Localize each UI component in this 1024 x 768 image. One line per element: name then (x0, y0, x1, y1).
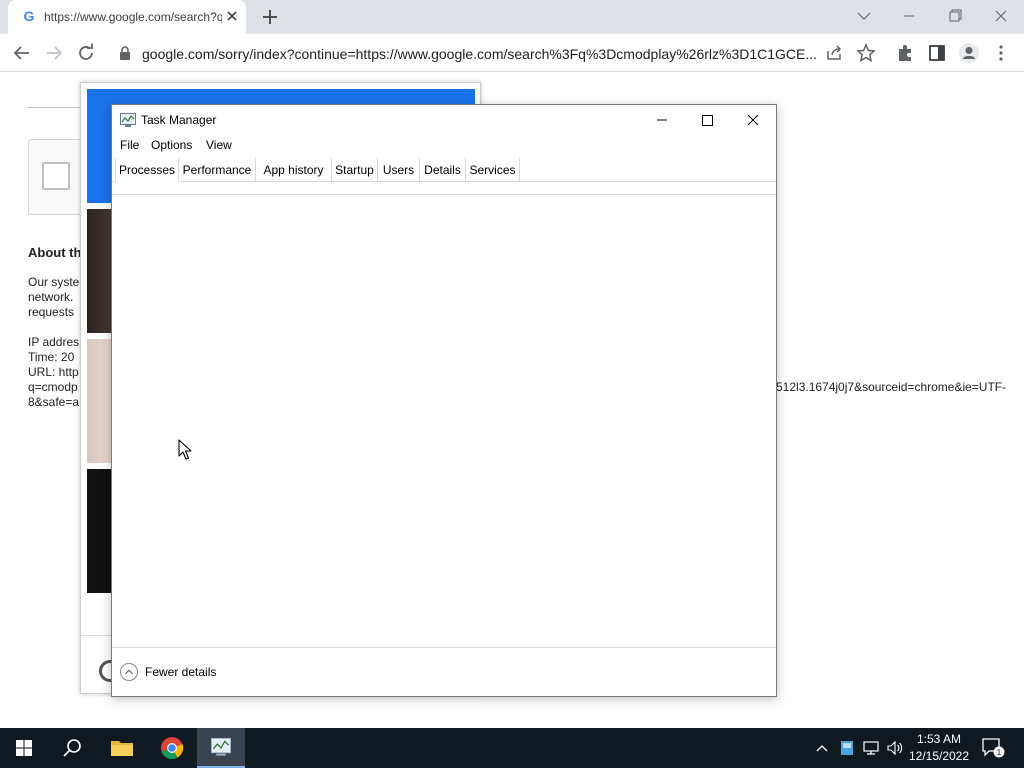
mouse-cursor-icon (178, 439, 192, 460)
profile-avatar-icon[interactable] (958, 42, 980, 64)
chrome-tab-strip: G https://www.google.com/search?q=cmodpl… (0, 0, 1024, 34)
extensions-puzzle-icon[interactable] (894, 42, 916, 64)
file-explorer-icon[interactable] (98, 728, 146, 768)
reload-icon[interactable] (75, 42, 97, 64)
clock-date[interactable]: 12/15/2022 (906, 749, 972, 763)
tab-details[interactable]: Details (420, 158, 466, 182)
task-manager-taskbar-icon[interactable] (197, 728, 245, 768)
desktop-screen: G https://www.google.com/search?q=cmodpl… (0, 0, 1024, 768)
tab-startup[interactable]: Startup (332, 158, 378, 182)
tab-search-chevron-icon[interactable] (848, 4, 880, 28)
tab-close-icon[interactable] (224, 8, 240, 24)
window-close-icon[interactable] (985, 4, 1017, 28)
chevron-up-icon[interactable] (120, 663, 138, 681)
menu-view[interactable]: View (203, 138, 235, 152)
tab-services[interactable]: Services (466, 158, 520, 182)
back-arrow-icon[interactable] (11, 42, 33, 64)
task-manager-window: Task Manager File Options View Processes… (111, 104, 777, 697)
about-heading: About th (28, 245, 82, 260)
window-minimize-icon[interactable] (893, 4, 925, 28)
kebab-menu-icon[interactable] (990, 42, 1012, 64)
processes-list-area[interactable] (112, 194, 776, 647)
recaptcha-checkbox[interactable] (42, 162, 70, 190)
tray-chevron-up-icon[interactable] (812, 740, 832, 756)
minimize-icon[interactable] (639, 105, 685, 135)
notification-center-icon[interactable]: 1 (980, 736, 1006, 760)
para-line: network. (28, 290, 74, 304)
para-line: q=cmodp (28, 380, 78, 394)
chrome-icon[interactable] (148, 728, 196, 768)
windows-taskbar: 1:53 AM 12/15/2022 1 (0, 728, 1024, 768)
task-manager-tabs: Processes Performance App history Startu… (112, 158, 776, 182)
window-title: Task Manager (141, 113, 217, 127)
maximize-icon[interactable] (684, 105, 730, 135)
close-icon[interactable] (730, 105, 776, 135)
url-text-tail: 512l3.1674j0j7&sourceid=chrome&ie=UTF- (776, 380, 1007, 394)
task-manager-titlebar[interactable]: Task Manager (112, 105, 776, 135)
tab-app-history[interactable]: App history (256, 158, 332, 182)
info-paragraph: Our syste network. requests (28, 275, 79, 320)
chrome-toolbar: google.com/sorry/index?continue=https://… (0, 34, 1024, 72)
windows-start-icon[interactable] (0, 728, 48, 768)
recaptcha-widget[interactable] (28, 139, 88, 215)
task-manager-footer: Fewer details (112, 647, 776, 696)
details-paragraph: IP addres Time: 20 URL: http q=cmodp 8&s… (28, 335, 79, 410)
clock-time[interactable]: 1:53 AM (906, 732, 972, 746)
address-bar[interactable]: google.com/sorry/index?continue=https://… (108, 38, 888, 68)
para-line: Our syste (28, 275, 80, 289)
tab-performance[interactable]: Performance (179, 158, 256, 182)
menu-file[interactable]: File (117, 138, 142, 152)
tab-processes[interactable]: Processes (115, 158, 179, 182)
tray-app-icon[interactable] (838, 739, 856, 757)
menu-bar: File Options View (112, 136, 776, 156)
volume-icon[interactable] (886, 739, 904, 757)
search-icon[interactable] (48, 728, 96, 768)
fewer-details-button[interactable]: Fewer details (145, 665, 216, 679)
share-icon[interactable] (824, 43, 844, 63)
para-line: Time: 20 (28, 350, 75, 364)
window-restore-icon[interactable] (939, 4, 971, 28)
para-line: IP addres (28, 335, 80, 349)
tab-users[interactable]: Users (378, 158, 420, 182)
side-panel-icon[interactable] (926, 42, 948, 64)
notification-count: 1 (997, 748, 1002, 757)
forward-arrow-icon[interactable] (43, 42, 65, 64)
para-line: URL: http (28, 365, 79, 379)
para-line: 8&safe=a (28, 395, 80, 409)
page-divider (28, 107, 88, 108)
browser-tab[interactable]: G https://www.google.com/search?q=cmodpl… (8, 0, 246, 34)
para-line: requests (28, 305, 75, 319)
google-favicon-icon: G (23, 8, 35, 24)
network-icon[interactable] (862, 739, 880, 757)
task-manager-icon (120, 113, 136, 127)
menu-options[interactable]: Options (148, 138, 195, 152)
tab-title: https://www.google.com/search?q=cmodplay (44, 10, 222, 24)
new-tab-icon[interactable] (260, 7, 280, 27)
url-text[interactable]: google.com/sorry/index?continue=https://… (142, 46, 822, 62)
lock-icon[interactable] (118, 45, 132, 61)
bookmark-star-icon[interactable] (856, 43, 876, 63)
